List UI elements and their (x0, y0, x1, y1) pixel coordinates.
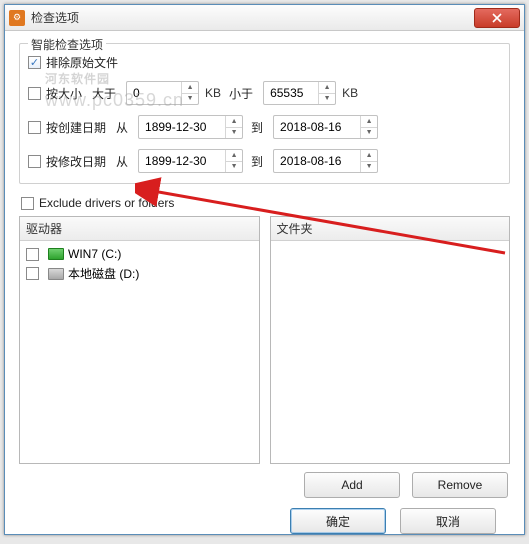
spin-up-icon[interactable]: ▲ (182, 82, 198, 94)
from-label-1: 从 (116, 119, 128, 136)
exclude-paths-label: Exclude drivers or folders (39, 196, 174, 210)
add-button[interactable]: Add (304, 472, 400, 498)
less-than-label: 小于 (229, 85, 253, 102)
spin-up-icon[interactable]: ▲ (361, 116, 377, 128)
spin-down-icon[interactable]: ▼ (361, 128, 377, 139)
create-from-input[interactable] (139, 116, 225, 138)
size-min-input[interactable] (127, 82, 181, 104)
greater-than-label: 大于 (92, 85, 116, 102)
create-to-input[interactable] (274, 116, 360, 138)
drive-checkbox[interactable] (26, 248, 39, 261)
from-label-2: 从 (116, 153, 128, 170)
list-item[interactable]: 本地磁盘 (D:) (26, 263, 253, 284)
size-min-spinner: ▲ ▼ (126, 81, 199, 105)
spin-down-icon[interactable]: ▼ (361, 162, 377, 173)
create-from-btns: ▲ ▼ (225, 116, 242, 138)
modify-to-date: ▲ ▼ (273, 149, 378, 173)
exclude-paths-checkbox[interactable] (21, 197, 34, 210)
size-max-spinner: ▲ ▼ (263, 81, 336, 105)
size-min-spin-buttons: ▲ ▼ (181, 82, 198, 104)
create-to-btns: ▲ ▼ (360, 116, 377, 138)
spin-down-icon[interactable]: ▼ (226, 128, 242, 139)
drivers-header: 驱动器 (20, 217, 259, 241)
exclude-raw-checkbox[interactable] (28, 56, 41, 69)
size-max-input[interactable] (264, 82, 318, 104)
dialog-body: 河东软件园 www.pc0359.cn 智能检查选项 排除原始文件 按大小 大于… (5, 31, 524, 544)
unit-kb-1: KB (205, 86, 221, 100)
row-exclude-paths: Exclude drivers or folders (21, 196, 508, 210)
cancel-button[interactable]: 取消 (400, 508, 496, 534)
modify-to-input[interactable] (274, 150, 360, 172)
size-max-spin-buttons: ▲ ▼ (318, 82, 335, 104)
remove-button[interactable]: Remove (412, 472, 508, 498)
drivers-body[interactable]: WIN7 (C:) 本地磁盘 (D:) (20, 241, 259, 463)
modify-from-btns: ▲ ▼ (225, 150, 242, 172)
row-by-create: 按创建日期 从 ▲ ▼ 到 ▲ ▼ (28, 115, 501, 139)
spin-up-icon[interactable]: ▲ (361, 150, 377, 162)
group-legend: 智能检查选项 (28, 36, 106, 53)
modify-to-btns: ▲ ▼ (360, 150, 377, 172)
lists-area: 驱动器 WIN7 (C:) 本地磁盘 (D:) 文件夹 (19, 216, 510, 464)
modify-from-input[interactable] (139, 150, 225, 172)
folders-header: 文件夹 (271, 217, 510, 241)
create-from-date: ▲ ▼ (138, 115, 243, 139)
folder-buttons: Add Remove (19, 472, 510, 498)
drive-icon (48, 268, 64, 280)
to-label-1: 到 (251, 119, 263, 136)
drive-label: WIN7 (C:) (68, 247, 121, 261)
spin-up-icon[interactable]: ▲ (319, 82, 335, 94)
drive-checkbox[interactable] (26, 267, 39, 280)
by-create-checkbox[interactable] (28, 121, 41, 134)
to-label-2: 到 (251, 153, 263, 170)
by-size-checkbox[interactable] (28, 87, 41, 100)
by-create-label: 按创建日期 (46, 119, 106, 136)
spin-up-icon[interactable]: ▲ (226, 116, 242, 128)
row-by-modify: 按修改日期 从 ▲ ▼ 到 ▲ ▼ (28, 149, 501, 173)
modify-from-date: ▲ ▼ (138, 149, 243, 173)
app-icon: ⚙ (9, 10, 25, 26)
smart-check-group: 智能检查选项 排除原始文件 按大小 大于 ▲ ▼ KB 小于 (19, 43, 510, 184)
close-icon (492, 13, 502, 23)
folders-listbox: 文件夹 (270, 216, 511, 464)
spin-down-icon[interactable]: ▼ (226, 162, 242, 173)
spin-up-icon[interactable]: ▲ (226, 150, 242, 162)
exclude-raw-label: 排除原始文件 (46, 54, 118, 71)
folders-body[interactable] (271, 241, 510, 463)
list-item[interactable]: WIN7 (C:) (26, 245, 253, 263)
by-modify-label: 按修改日期 (46, 153, 106, 170)
row-exclude-raw: 排除原始文件 (28, 54, 501, 71)
dialog-window: ⚙ 检查选项 河东软件园 www.pc0359.cn 智能检查选项 排除原始文件… (4, 4, 525, 535)
drivers-listbox: 驱动器 WIN7 (C:) 本地磁盘 (D:) (19, 216, 260, 464)
by-size-label: 按大小 (46, 85, 82, 102)
spin-down-icon[interactable]: ▼ (182, 94, 198, 105)
create-to-date: ▲ ▼ (273, 115, 378, 139)
window-title: 检查选项 (31, 9, 474, 26)
titlebar: ⚙ 检查选项 (5, 5, 524, 31)
spin-down-icon[interactable]: ▼ (319, 94, 335, 105)
unit-kb-2: KB (342, 86, 358, 100)
by-modify-checkbox[interactable] (28, 155, 41, 168)
drive-icon (48, 248, 64, 260)
row-by-size: 按大小 大于 ▲ ▼ KB 小于 ▲ ▼ (28, 81, 501, 105)
drive-label: 本地磁盘 (D:) (68, 265, 139, 282)
dialog-footer: 确定 取消 (19, 498, 510, 534)
close-button[interactable] (474, 8, 520, 28)
ok-button[interactable]: 确定 (290, 508, 386, 534)
